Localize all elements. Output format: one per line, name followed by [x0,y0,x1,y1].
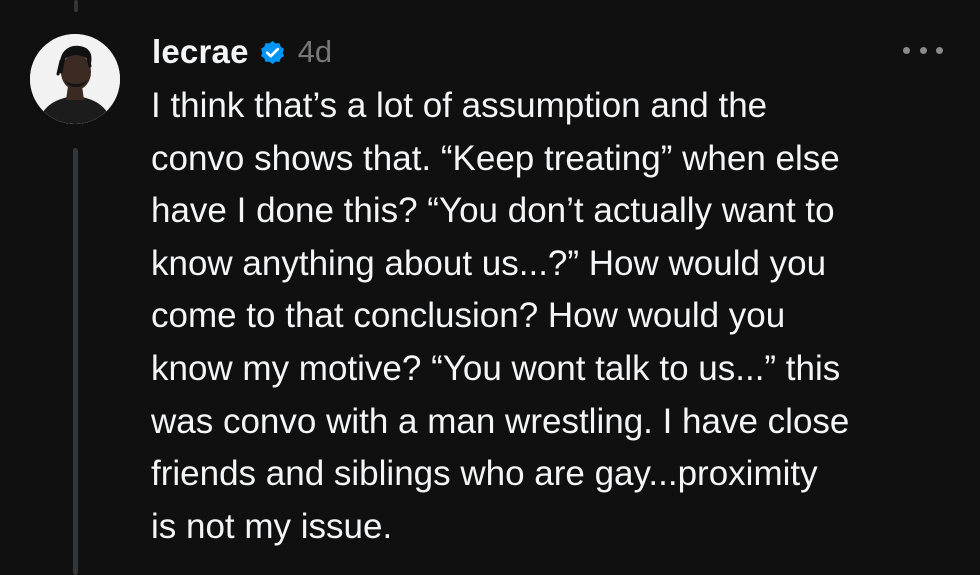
post-text-line: friends and siblings who are gay...proxi… [151,454,818,494]
thread-line-top [74,0,78,12]
post-body: I think that’s a lot of assumption and t… [151,80,951,553]
verified-badge-icon [258,38,287,67]
more-options-icon[interactable] [903,42,943,58]
post-text-line: was convo with a man wrestling. I have c… [151,401,850,441]
post-text-line: have I done this? “You don’t actually wa… [151,191,835,231]
more-dot [919,46,927,54]
avatar-image [30,34,120,124]
avatar[interactable] [30,34,120,124]
post-text-line: know anything about us...?” How would yo… [151,243,827,283]
post-text-line: I think that’s a lot of assumption and t… [151,86,768,125]
post-text-line: is not my issue. [151,506,393,546]
more-dot [936,46,943,54]
more-dot [903,46,910,54]
post-text-line: come to that conclusion? How would you [151,296,786,336]
post-text-line: know my motive? “You wont talk to us...”… [151,348,841,388]
post-timestamp: 4d [297,34,333,69]
post-text-line: convo shows that. “Keep treating” when e… [151,138,840,178]
username[interactable]: lecrae [152,33,249,71]
thread-line [73,148,78,575]
post-header: lecrae 4d [152,30,332,74]
